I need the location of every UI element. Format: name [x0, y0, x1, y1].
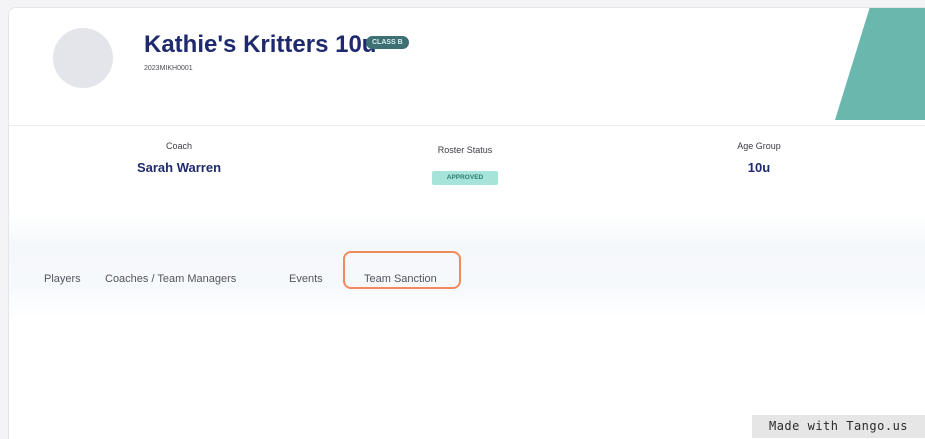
- tab-events[interactable]: Events: [289, 273, 323, 285]
- team-page-card: Kathie's Kritters 10u CLASS B 2023MIKH00…: [8, 7, 925, 439]
- class-badge: CLASS B: [366, 36, 409, 49]
- team-id: 2023MIKH0001: [144, 65, 193, 72]
- team-avatar: [53, 28, 113, 88]
- tango-watermark: Made with Tango.us: [752, 415, 925, 438]
- tab-players[interactable]: Players: [44, 273, 81, 285]
- header-divider: [9, 125, 925, 126]
- team-name: Kathie's Kritters 10u: [144, 31, 377, 58]
- age-group-value: 10u: [747, 160, 771, 175]
- roster-status-label: Roster Status: [437, 145, 493, 155]
- age-group-label: Age Group: [737, 141, 781, 151]
- coach-label: Coach: [165, 141, 192, 151]
- roster-status-badge: APPROVED: [432, 171, 498, 185]
- tabs-background: [9, 213, 925, 318]
- team-header: Kathie's Kritters 10u CLASS B 2023MIKH00…: [9, 8, 925, 126]
- team-sanction-highlight: [343, 251, 461, 289]
- coach-name: Sarah Warren: [136, 160, 222, 175]
- header-accent-shape: [835, 8, 925, 120]
- tab-coaches-team-managers[interactable]: Coaches / Team Managers: [105, 273, 236, 285]
